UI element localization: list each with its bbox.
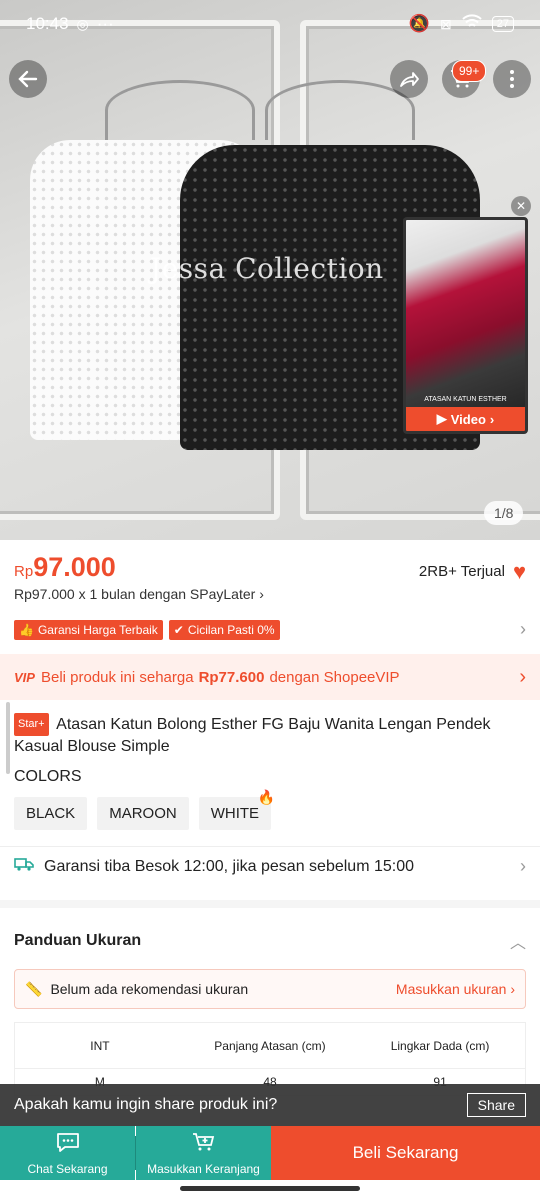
chevron-right-icon: › [520,856,526,876]
hanger [105,80,255,140]
sold-label: 2RB+ Terjual [418,563,505,580]
color-option-white[interactable]: WHITE 🔥 [198,789,275,830]
play-icon: ▶ [436,411,447,426]
share-icon[interactable] [390,60,428,98]
color-option-label: WHITE [210,805,260,822]
table-header-row: INT Panjang Atasan (cm) Lingkar Dada (cm… [14,1022,526,1069]
add-to-cart-button[interactable]: Masukkan Keranjang [136,1126,271,1180]
vip-offer[interactable]: VIP Beli produk ini seharga Rp77.600 den… [0,654,540,700]
chevron-right-icon: › [519,665,526,688]
size-guide-title: Panduan Ukuran [14,932,142,949]
battery-icon: 27 [491,16,514,32]
video-button[interactable]: ▶ Video › [406,407,525,431]
sim-icon: ⊠ [440,15,452,32]
size-recommendation[interactable]: 📏 Belum ada rekomendasi ukuran Masukkan … [14,969,526,1009]
delivery-text: Garansi tiba Besok 12:00, jika pesan seb… [44,857,415,875]
image-counter: 1/8 [484,501,524,525]
brand-watermark: Jessa Collection [150,252,384,285]
cart-plus-icon [191,1131,217,1159]
vip-text-after: dengan ShopeeVIP [269,668,400,686]
paylater-text: Rp97.000 x 1 bulan dengan SPayLater [14,586,256,602]
share-button[interactable]: Share [466,1093,526,1117]
color-option-black[interactable]: BLACK [14,797,88,830]
cart-count-badge: 99+ [452,60,487,82]
buy-now-button[interactable]: Beli Sekarang [271,1126,540,1180]
enter-size-label: Masukkan ukuran [395,981,507,997]
chat-label: Chat Sekarang [27,1161,108,1176]
wifi-icon [462,13,482,35]
enter-size-link[interactable]: Masukkan ukuran › [396,981,515,997]
table-header: INT [14,1022,185,1069]
color-options: BLACK MAROON WHITE 🔥 [14,789,275,830]
product-title-text: Atasan Katun Bolong Esther FG Baju Wanit… [14,716,491,755]
ruler-icon: 📏 [25,980,43,997]
size-guide-header[interactable]: Panduan Ukuran ︿ [14,929,526,953]
whatsapp-icon: ◎ [76,15,89,32]
more-icon[interactable] [493,60,531,98]
clock: 10:43 [26,14,69,33]
vip-price: Rp77.600 [198,668,265,686]
video-label: Video [450,411,486,427]
share-prompt-text: Apakah kamu ingin share produk ini? [14,1096,278,1113]
badge-installment: ✔ Cicilan Pasti 0% [168,619,280,640]
chat-icon [55,1131,81,1159]
price-currency: Rp [14,563,34,580]
colors-label: COLORS [14,768,82,785]
thumbs-up-icon: 👍 [19,622,34,637]
scroll-indicator [6,702,10,774]
gesture-nav-handle[interactable] [180,1186,360,1191]
add-to-cart-label: Masukkan Keranjang [147,1161,260,1176]
video-caption: ATASAN KATUN ESTHER [424,396,507,403]
chat-button[interactable]: Chat Sekarang [0,1126,135,1180]
product-title: Star+ Atasan Katun Bolong Esther FG Baju… [14,713,520,757]
table-header: Panjang Atasan (cm) [184,1022,356,1069]
price-row: Rp 97.000 2RB+ Terjual ♥ [14,552,526,585]
section-divider [0,900,540,908]
badge-best-price: 👍 Garansi Harga Terbaik [14,619,163,640]
sold-count: 2RB+ Terjual ♥ [419,559,526,585]
badge-label: Garansi Harga Terbaik [37,622,158,637]
chevron-right-icon: › [489,411,495,427]
chevron-right-icon: › [259,586,264,602]
reco-text: Belum ada rekomendasi ukuran [50,981,249,997]
more-notifications-icon: ··· [96,14,114,33]
guarantee-badges[interactable]: 👍 Garansi Harga Terbaik ✔ Cicilan Pasti … [14,619,526,640]
check-circle-icon: ✔ [173,622,184,637]
heart-icon[interactable]: ♥ [513,559,526,585]
delivery-guarantee[interactable]: Garansi tiba Besok 12:00, jika pesan seb… [14,856,526,877]
table-header: Lingkar Dada (cm) [355,1022,526,1069]
paylater-info[interactable]: Rp97.000 x 1 bulan dengan SPayLater › [14,586,264,602]
chevron-right-icon: › [520,619,526,639]
back-arrow-icon[interactable] [9,60,47,98]
video-preview[interactable]: ATASAN KATUN ESTHER ▶ Video › [403,217,528,434]
divider [0,846,540,847]
flame-icon: 🔥 [257,789,276,805]
badge-label: Cicilan Pasti 0% [187,622,275,637]
status-bar: 10:43 ◎ ··· 🔕 ⊠ 27 [0,0,540,48]
product-image-carousel[interactable]: Jessa Collection 99+ ✕ ATASAN KATUN ESTH… [0,0,540,540]
share-prompt-bar: Apakah kamu ingin share produk ini? Shar… [0,1084,540,1126]
vip-icon: VIP [14,669,35,685]
chevron-up-icon: ︿ [509,935,526,952]
price-value: 97.000 [33,552,116,582]
vip-text: Beli produk ini seharga [40,668,194,686]
star-plus-badge: Star+ [14,713,49,736]
bottom-action-bar: Chat Sekarang Masukkan Keranjang Beli Se… [0,1126,540,1180]
mute-icon: 🔕 [408,14,431,33]
truck-icon [14,856,34,877]
close-icon[interactable]: ✕ [511,196,531,216]
color-option-maroon[interactable]: MAROON [97,797,189,830]
